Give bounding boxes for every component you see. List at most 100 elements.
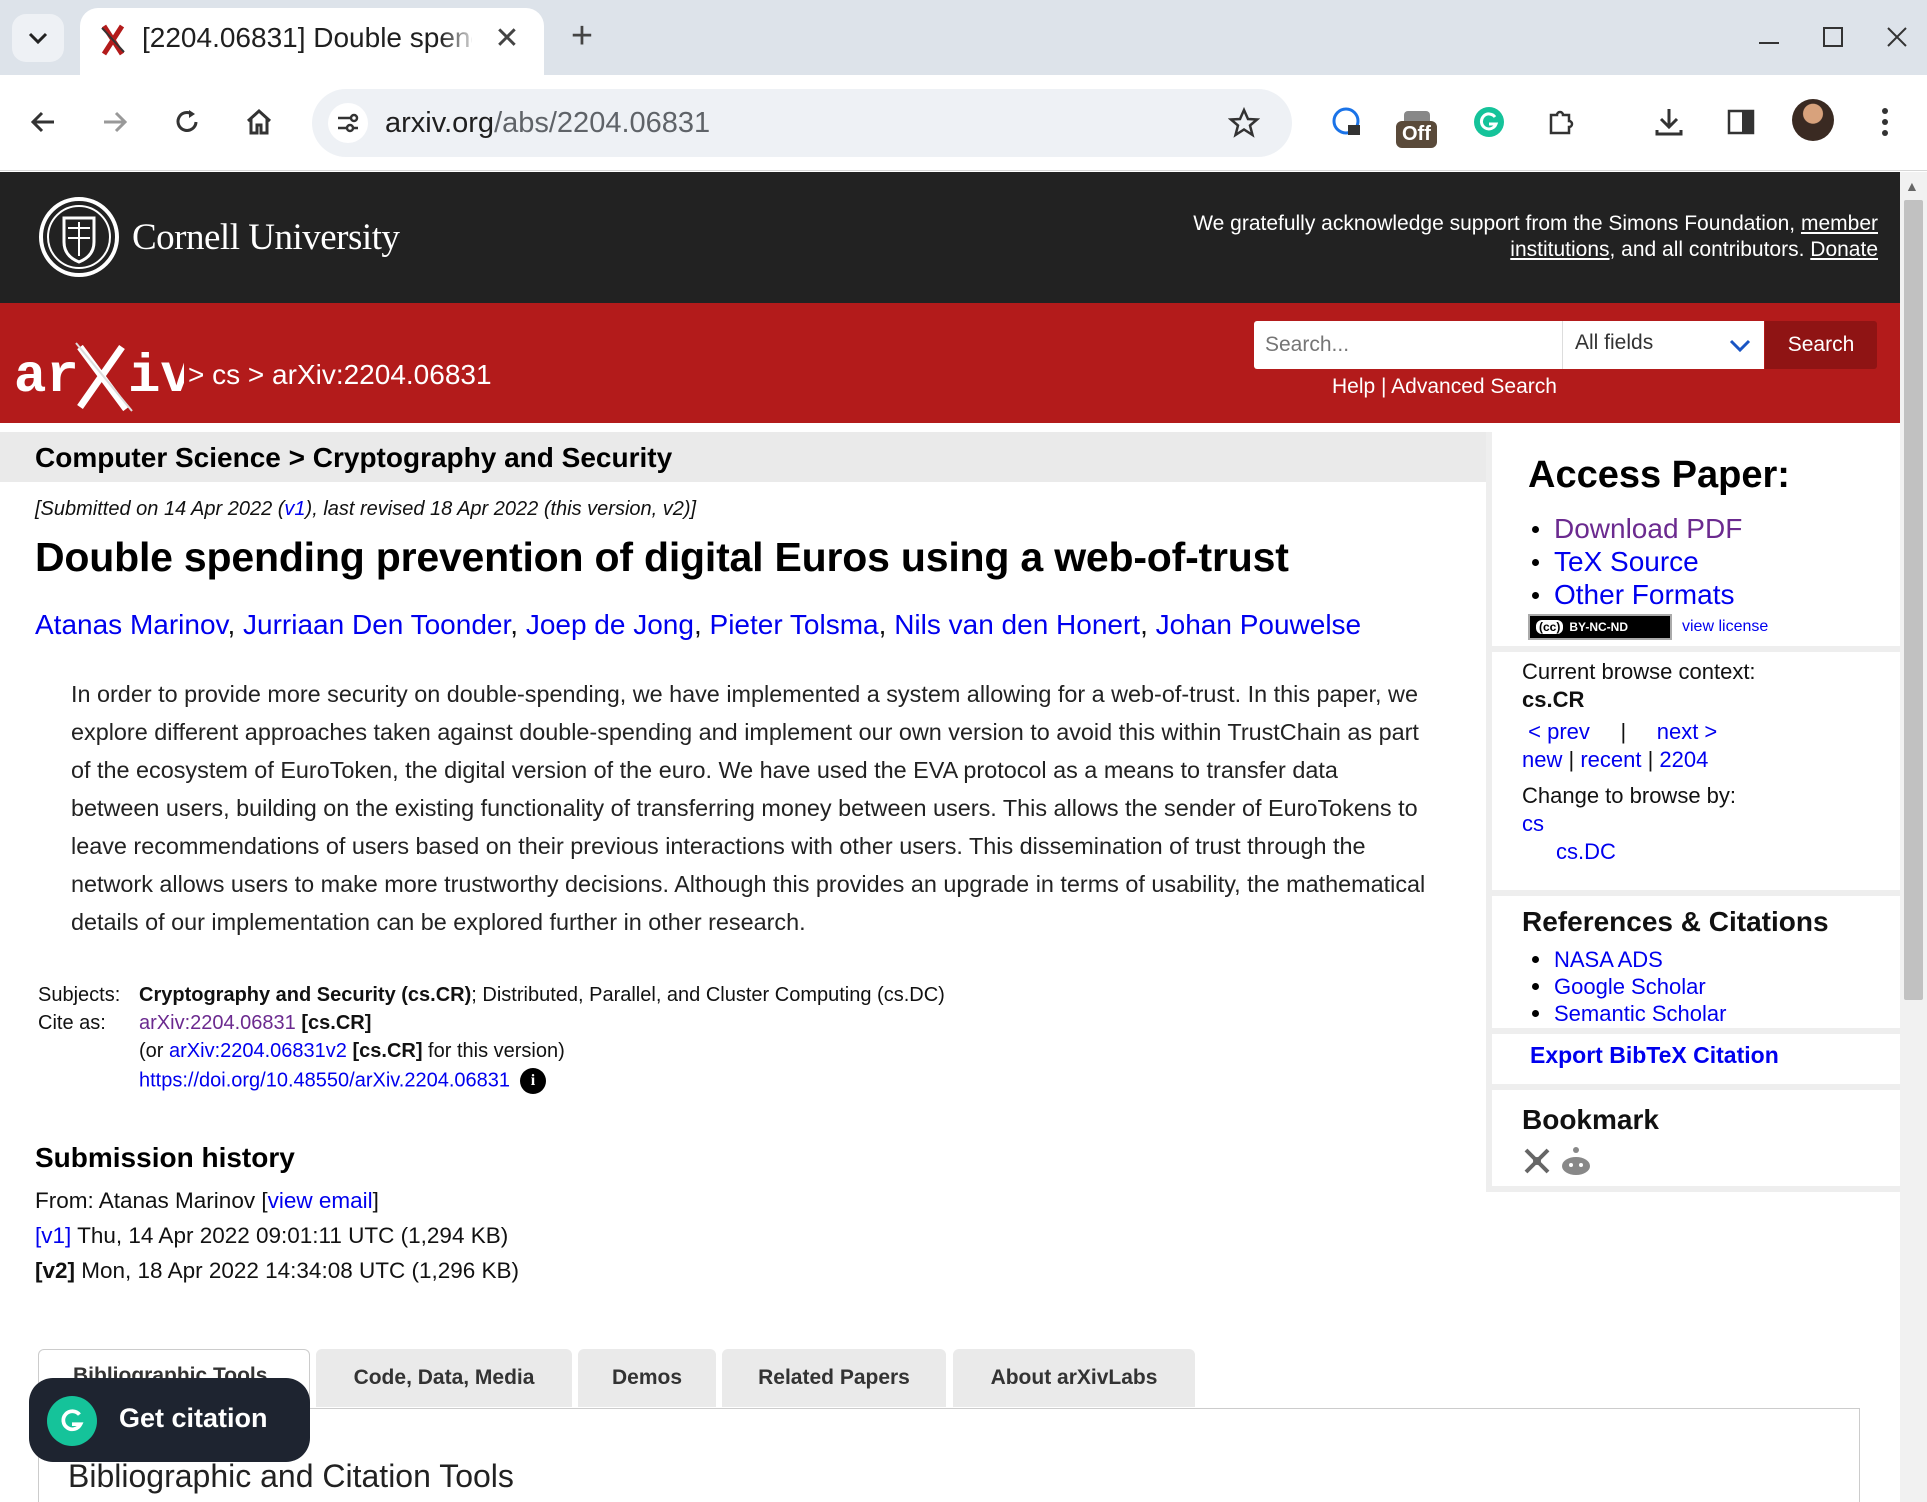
arxiv-header: ar iv > cs > arXiv:2204.06831 All fields… — [0, 303, 1900, 423]
other-formats-link[interactable]: Other Formats — [1554, 579, 1734, 610]
list-item: TeX Source — [1528, 545, 1742, 578]
tab-title-fade — [440, 20, 480, 60]
version-v2-text: Mon, 18 Apr 2022 14:34:08 UTC (1,296 KB) — [75, 1258, 520, 1283]
chevron-down-icon — [28, 32, 48, 45]
tab-code-data-media[interactable]: Code, Data, Media — [316, 1349, 572, 1407]
new-tab-button[interactable]: + — [562, 16, 602, 56]
recent-link[interactable]: recent — [1580, 747, 1641, 772]
view-license-link[interactable]: view license — [1682, 618, 1768, 636]
tab-strip: [2204.06831] Double spending prevention … — [0, 0, 1927, 75]
get-citation-label: Get citation — [119, 1403, 268, 1433]
header-link-separator: | — [1375, 375, 1392, 398]
address-bar[interactable]: arxiv.org/abs/2204.06831 — [312, 89, 1292, 157]
side-panel-icon[interactable] — [1716, 97, 1766, 147]
author-link[interactable]: Johan Pouwelse — [1156, 609, 1361, 640]
tab-search-button[interactable] — [12, 14, 64, 62]
info-icon[interactable]: i — [520, 1068, 547, 1094]
year-link[interactable]: 2204 — [1659, 747, 1708, 772]
cc-license-type: BY-NC-ND — [1569, 620, 1629, 634]
browse-csdc-link[interactable]: cs.DC — [1556, 839, 1616, 864]
sidebar: Access Paper: Download PDF TeX Source Ot… — [1486, 432, 1900, 1192]
advanced-search-link[interactable]: Advanced Search — [1391, 375, 1557, 398]
cornell-university-name[interactable]: Cornell University — [132, 216, 400, 259]
doi-link[interactable]: https://doi.org/10.48550/arXiv.2204.0683… — [139, 1069, 510, 1091]
prev-link[interactable]: < prev — [1528, 719, 1590, 744]
extensions-puzzle-icon[interactable] — [1536, 97, 1586, 147]
tab-close-icon[interactable]: ✕ — [490, 22, 524, 56]
references-title: References & Citations — [1522, 906, 1829, 937]
author-link[interactable]: Atanas Marinov — [35, 609, 227, 640]
semantic-scholar-link[interactable]: Semantic Scholar — [1554, 1001, 1726, 1026]
submission-dateline: [Submitted on 14 Apr 2022 (v1), last rev… — [35, 498, 696, 521]
maximize-icon[interactable] — [1808, 14, 1858, 60]
back-icon[interactable] — [18, 97, 68, 147]
abstract: In order to provide more security on dou… — [71, 681, 1426, 935]
ack-text-middle: , and all contributors. — [1609, 238, 1811, 261]
tab-demos[interactable]: Demos — [578, 1349, 716, 1407]
author-link[interactable]: Pieter Tolsma — [710, 609, 879, 640]
cite-or-prefix: (or — [139, 1040, 169, 1062]
cc-license-badge[interactable]: (cc) BY-NC-ND — [1528, 614, 1672, 640]
bookmark-star-icon[interactable] — [1224, 103, 1264, 143]
author-link[interactable]: Jurriaan Den Toonder — [243, 609, 510, 640]
url-text[interactable]: arxiv.org/abs/2204.06831 — [385, 107, 710, 140]
browse-cs-link[interactable]: cs — [1522, 811, 1544, 836]
sidebar-divider — [1492, 890, 1900, 896]
get-citation-button[interactable]: Get citation — [29, 1378, 310, 1462]
url-host: arxiv.org — [385, 107, 495, 139]
cornell-seal-icon[interactable] — [38, 196, 120, 278]
active-tab[interactable]: [2204.06831] Double spending prevention … — [80, 8, 544, 75]
paper-title: Double spending prevention of digital Eu… — [35, 534, 1289, 580]
tab-about-arxivlabs[interactable]: About arXivLabs — [953, 1349, 1195, 1407]
search-field-select[interactable]: All fields — [1562, 321, 1764, 369]
google-scholar-link[interactable]: Google Scholar — [1554, 974, 1706, 999]
arxiv-logo[interactable]: ar iv — [14, 333, 184, 413]
author-link[interactable]: Joep de Jong — [526, 609, 694, 640]
minimize-icon[interactable] — [1744, 14, 1794, 60]
export-bibtex-link[interactable]: Export BibTeX Citation — [1530, 1042, 1779, 1069]
reddit-icon[interactable] — [1562, 1147, 1590, 1175]
bibsonomy-icon[interactable] — [1524, 1148, 1550, 1174]
cite-v2-link[interactable]: arXiv:2204.06831v2 — [169, 1040, 347, 1062]
more-menu-icon[interactable] — [1860, 97, 1910, 147]
grammarly-extension-icon[interactable] — [1464, 97, 1514, 147]
search-input[interactable] — [1254, 321, 1562, 369]
tab-related-papers[interactable]: Related Papers — [722, 1349, 946, 1407]
download-pdf-link[interactable]: Download PDF — [1554, 513, 1742, 544]
reload-icon[interactable] — [162, 97, 212, 147]
tex-source-link[interactable]: TeX Source — [1554, 546, 1699, 577]
forward-icon[interactable] — [90, 97, 140, 147]
author-link[interactable]: Nils van den Honert — [894, 609, 1140, 640]
tab-title: [2204.06831] Double spending prevention … — [142, 22, 472, 53]
dateline-suffix: ), last revised 18 Apr 2022 (this versio… — [305, 498, 697, 520]
dateline-v1-link[interactable]: v1 — [284, 498, 305, 520]
extension-off-badge: Off — [1396, 121, 1437, 148]
home-icon[interactable] — [234, 97, 284, 147]
ack-text: We gratefully acknowledge support from t… — [1193, 212, 1801, 235]
web-page: Cornell University We gratefully acknowl… — [0, 172, 1900, 1502]
version-v1-link[interactable]: [v1] — [35, 1223, 71, 1248]
chevron-down-icon — [1729, 339, 1751, 353]
site-info-icon[interactable] — [328, 103, 368, 143]
downloads-icon[interactable] — [1644, 97, 1694, 147]
search-field-value: All fields — [1575, 331, 1654, 354]
new-link[interactable]: new — [1522, 747, 1562, 772]
view-email-link[interactable]: view email — [268, 1188, 373, 1213]
subjects-label: Subjects: — [38, 984, 121, 1006]
scroll-up-arrow-icon[interactable]: ▲ — [1905, 178, 1919, 194]
search-button[interactable]: Search — [1765, 321, 1877, 369]
close-window-icon[interactable] — [1872, 14, 1922, 60]
next-link[interactable]: next > — [1657, 719, 1718, 744]
help-link[interactable]: Help — [1332, 375, 1375, 398]
donate-link[interactable]: Donate — [1810, 238, 1878, 261]
nasa-ads-link[interactable]: NASA ADS — [1554, 947, 1663, 972]
url-path: /abs/2204.06831 — [494, 107, 711, 139]
profile-avatar[interactable] — [1792, 99, 1834, 141]
password-manager-icon[interactable] — [1322, 97, 1372, 147]
scrollbar-thumb[interactable] — [1904, 200, 1923, 1000]
breadcrumb: > cs > arXiv:2204.06831 — [188, 359, 492, 390]
arxiv-favicon-icon — [101, 24, 125, 56]
sidebar-divider — [1492, 1028, 1900, 1034]
cite-id-link[interactable]: arXiv:2204.06831 — [139, 1012, 296, 1034]
browse-context-label: Current browse context: — [1522, 659, 1756, 684]
